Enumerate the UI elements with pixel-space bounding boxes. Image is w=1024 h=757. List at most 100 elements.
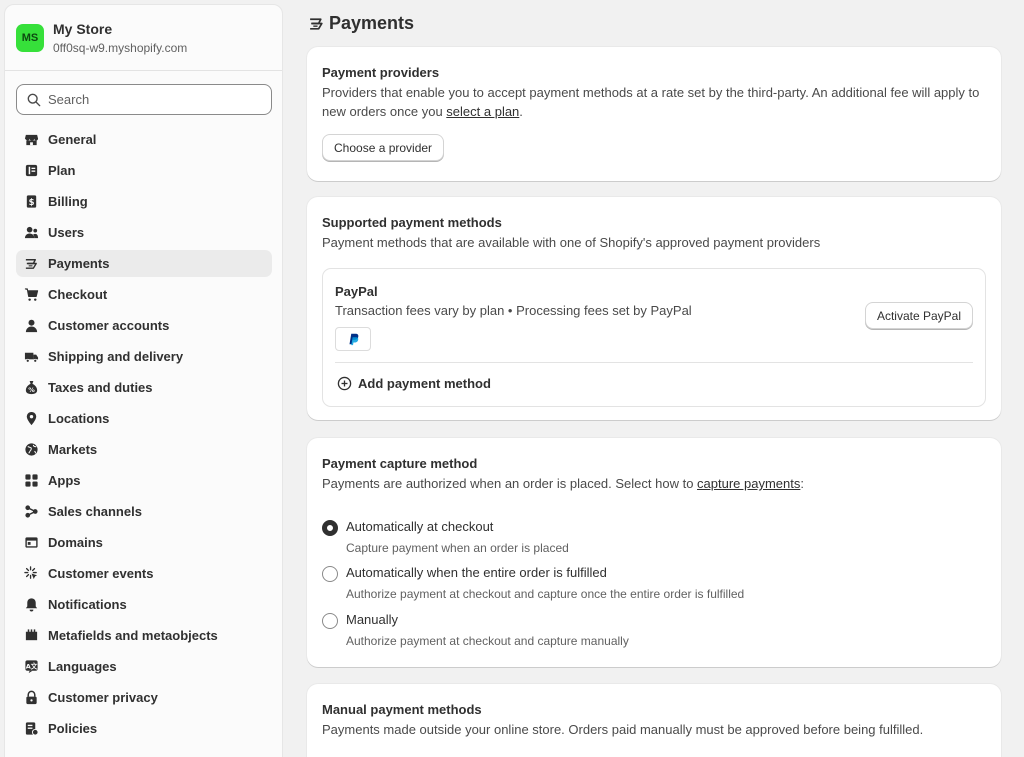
radio-help: Capture payment when an order is placed [346, 541, 569, 555]
sidebar-item-users[interactable]: Users [16, 219, 272, 246]
card-title: Manual payment methods [322, 702, 482, 717]
radio-label: Automatically at checkout [346, 519, 494, 534]
sidebar-item-label: Checkout [48, 287, 108, 302]
store-info: My Store 0ff0sq-w9.myshopify.com [53, 21, 187, 55]
store-header[interactable]: MS My Store 0ff0sq-w9.myshopify.com [5, 5, 282, 71]
sidebar-item-label: Customer privacy [48, 690, 158, 705]
sidebar-item-label: Customer accounts [48, 318, 170, 333]
search-box[interactable] [16, 84, 272, 115]
sidebar-item-markets[interactable]: Markets [16, 436, 272, 463]
sidebar-item-customer-events[interactable]: Customer events [16, 560, 272, 587]
settings-sidebar: MS My Store 0ff0sq-w9.myshopify.com Gene… [4, 4, 283, 757]
sidebar-item-domains[interactable]: Domains [16, 529, 272, 556]
store-avatar: MS [16, 23, 44, 52]
taxes-icon: % [23, 380, 39, 396]
sidebar-item-label: Users [48, 225, 85, 240]
select-plan-link[interactable]: select a plan [446, 104, 519, 119]
users-icon [23, 225, 39, 241]
events-icon [23, 566, 39, 582]
sidebar-item-label: Sales channels [48, 504, 142, 519]
svg-text:A文: A文 [25, 661, 37, 670]
metafields-icon [23, 628, 39, 644]
policies-icon [23, 721, 39, 737]
sidebar-item-policies[interactable]: Policies [16, 715, 272, 742]
sidebar-item-billing[interactable]: $ Billing [16, 188, 272, 215]
domains-icon [23, 535, 39, 551]
plus-circle-icon [337, 376, 352, 391]
card-description: Providers that enable you to accept paym… [322, 85, 980, 119]
lock-icon [23, 690, 39, 706]
sidebar-item-label: General [48, 132, 97, 147]
payments-icon [310, 18, 323, 30]
channels-icon [23, 504, 39, 520]
globe-icon [23, 442, 39, 458]
plan-icon [23, 163, 39, 179]
svg-text:$: $ [28, 197, 34, 207]
payments-icon [23, 256, 39, 272]
sidebar-item-label: Billing [48, 194, 88, 209]
sidebar-item-customer-accounts[interactable]: Customer accounts [16, 312, 272, 339]
capture-option-automatic-fulfilled[interactable]: Automatically when the entire order is f… [322, 565, 744, 601]
add-payment-method-button[interactable]: Add payment method [337, 376, 491, 391]
store-domain: 0ff0sq-w9.myshopify.com [53, 40, 188, 55]
sidebar-item-label: Payments [48, 256, 110, 271]
sidebar-item-label: Notifications [48, 597, 127, 612]
radio-label: Automatically when the entire order is f… [346, 565, 607, 580]
radio-button[interactable] [322, 613, 338, 629]
method-name: PayPal [335, 284, 378, 299]
sidebar-item-apps[interactable]: Apps [16, 467, 272, 494]
sidebar-item-label: Taxes and duties [48, 380, 153, 395]
choose-provider-button[interactable]: Choose a provider [322, 134, 445, 161]
sidebar-item-general[interactable]: General [16, 126, 272, 153]
paypal-logo-icon [335, 327, 371, 351]
sidebar-item-checkout[interactable]: Checkout [16, 281, 272, 308]
page-title-text: Payments [329, 13, 415, 33]
manual-methods-card: Manual payment methods Payments made out… [307, 684, 1001, 757]
search-icon [27, 93, 41, 106]
card-description: Payment methods that are available with … [322, 235, 821, 250]
activate-paypal-button[interactable]: Activate PayPal [864, 302, 973, 329]
sidebar-item-plan[interactable]: Plan [16, 157, 272, 184]
sidebar-item-metafields[interactable]: Metafields and metaobjects [16, 622, 272, 649]
capture-option-manual[interactable]: Manually Authorize payment at checkout a… [322, 612, 629, 648]
search-input[interactable] [48, 92, 248, 107]
sidebar-item-payments[interactable]: Payments [16, 250, 272, 277]
sidebar-item-label: Shipping and delivery [48, 349, 184, 364]
sidebar-item-label: Domains [48, 535, 103, 550]
sidebar-item-label: Metafields and metaobjects [48, 628, 218, 643]
sidebar-item-languages[interactable]: A文 Languages [16, 653, 272, 680]
page-title: Payments [308, 13, 414, 34]
truck-icon [23, 349, 39, 365]
radio-label: Manually [346, 612, 399, 627]
billing-icon: $ [23, 194, 39, 210]
radio-button[interactable] [322, 520, 338, 536]
store-icon [23, 132, 39, 148]
location-icon [23, 411, 39, 427]
sidebar-item-label: Locations [48, 411, 110, 426]
radio-help: Authorize payment at checkout and captur… [346, 587, 745, 601]
sidebar-item-label: Markets [48, 442, 98, 457]
method-fees: Transaction fees vary by plan • Processi… [335, 303, 692, 318]
sidebar-item-label: Languages [48, 659, 117, 674]
payment-providers-card: Payment providers Providers that enable … [307, 47, 1001, 181]
sidebar-nav: General Plan $ Billing Users Payments Ch… [16, 126, 272, 746]
sidebar-item-notifications[interactable]: Notifications [16, 591, 272, 618]
sidebar-item-label: Plan [48, 163, 76, 178]
sidebar-item-shipping[interactable]: Shipping and delivery [16, 343, 272, 370]
capture-payments-link[interactable]: capture payments [697, 476, 800, 491]
card-description: Payments are authorized when an order is… [322, 476, 805, 491]
sidebar-item-customer-privacy[interactable]: Customer privacy [16, 684, 272, 711]
sidebar-item-locations[interactable]: Locations [16, 405, 272, 432]
card-title: Payment capture method [322, 456, 478, 471]
supported-methods-card: Supported payment methods Payment method… [307, 197, 1001, 420]
add-payment-method-label: Add payment method [358, 376, 491, 391]
sidebar-item-label: Customer events [48, 566, 154, 581]
capture-option-automatic-checkout[interactable]: Automatically at checkout Capture paymen… [322, 519, 569, 555]
radio-button[interactable] [322, 566, 338, 582]
store-name: My Store [53, 20, 113, 37]
sidebar-item-sales-channels[interactable]: Sales channels [16, 498, 272, 525]
sidebar-item-taxes[interactable]: % Taxes and duties [16, 374, 272, 401]
svg-text:%: % [28, 386, 35, 394]
paypal-method-box: PayPal Transaction fees vary by plan • P… [322, 268, 986, 407]
sidebar-item-label: Apps [48, 473, 81, 488]
